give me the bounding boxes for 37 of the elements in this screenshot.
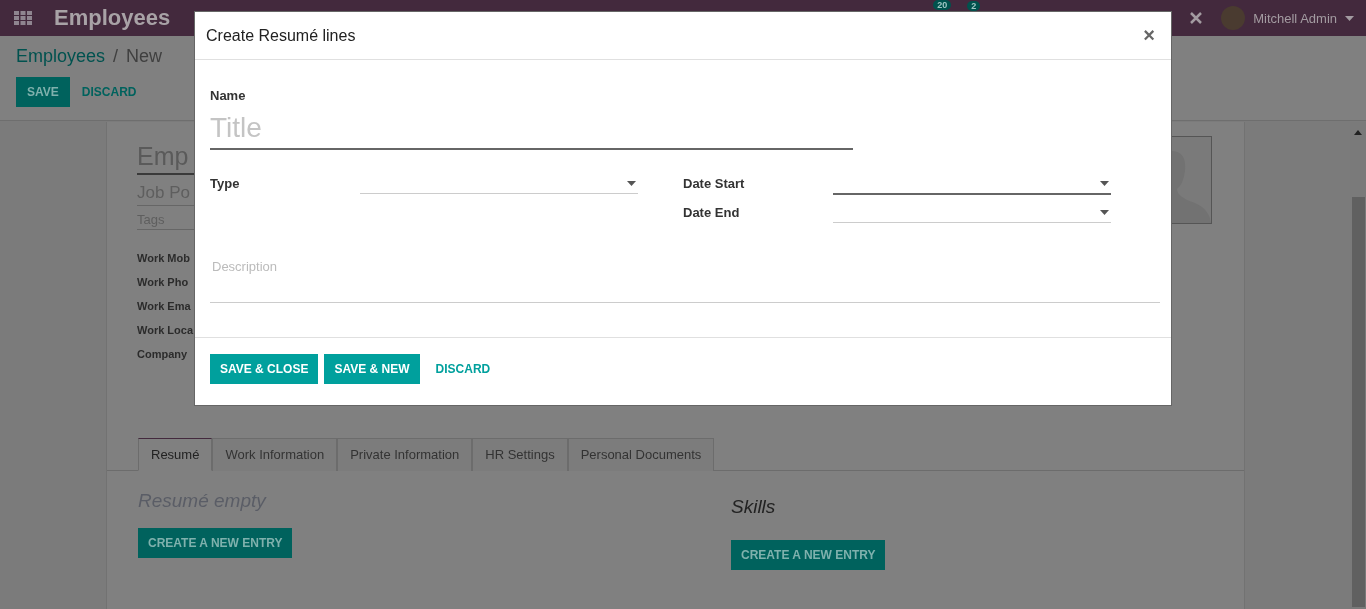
create-entry-button[interactable]: CREATE A NEW ENTRY: [731, 540, 886, 570]
caret-icon: [1100, 181, 1109, 186]
tab[interactable]: HR Settings: [472, 438, 568, 471]
field-label: Work Mob: [137, 252, 190, 264]
description-field[interactable]: Description: [210, 259, 1160, 303]
field-label: Type: [210, 175, 241, 191]
caret-icon: [1345, 15, 1354, 21]
close-button[interactable]: ×: [1139, 24, 1159, 47]
user-menu[interactable]: Mitchell Admin: [1221, 6, 1354, 30]
field-label: Work Pho: [137, 276, 189, 288]
breadcrumb-separator: /: [113, 46, 119, 67]
create-entry-button[interactable]: CREATE A NEW ENTRY: [138, 528, 293, 558]
field-label: Date End: [683, 204, 741, 220]
field-label: Work Ema: [137, 300, 191, 312]
tab[interactable]: Private Information: [337, 438, 473, 471]
field-label: Date Start: [683, 175, 746, 191]
tab[interactable]: Work Information: [212, 438, 338, 471]
save-button[interactable]: SAVE: [16, 77, 70, 107]
dialog-title: Create Resumé lines: [206, 26, 356, 45]
tab[interactable]: Personal Documents: [567, 438, 715, 471]
breadcrumb-link[interactable]: Employees: [16, 46, 106, 67]
skills-heading: Skills: [731, 496, 776, 518]
caret-icon: [1100, 210, 1109, 215]
scroll-up-icon[interactable]: [1354, 130, 1362, 135]
breadcrumb-current: New: [126, 46, 163, 67]
discard-button[interactable]: DISCARD: [70, 77, 148, 107]
apps-menu-icon[interactable]: [14, 11, 32, 25]
save-button[interactable]: SAVE & CLOSE: [210, 354, 319, 384]
activity-count-badge: 20: [933, 0, 952, 10]
caret-icon: [627, 181, 636, 186]
tab[interactable]: Resumé: [138, 438, 213, 471]
app-title: Employees: [54, 5, 171, 31]
field-label: Work Loca: [137, 324, 194, 336]
message-count-badge: 2: [967, 1, 981, 11]
field-label: Company: [137, 348, 188, 360]
field-label: Name: [210, 88, 246, 103]
save-button[interactable]: SAVE & NEW: [324, 354, 420, 384]
